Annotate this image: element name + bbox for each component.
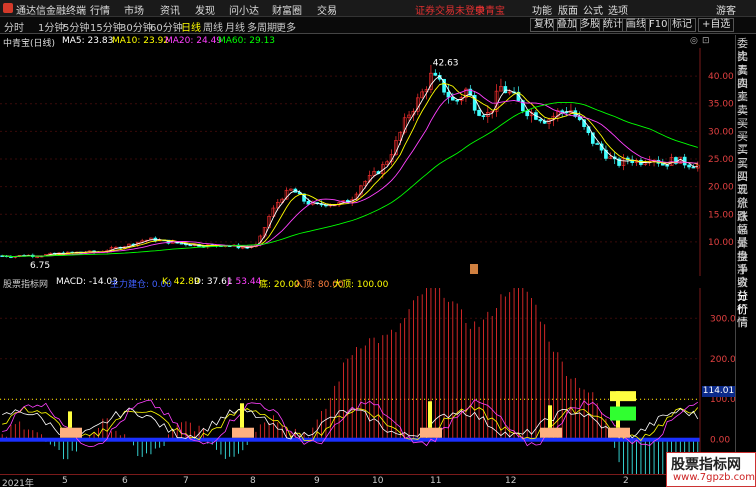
side-panel-item[interactable]: 行情	[737, 303, 756, 329]
menu-quotes[interactable]: 行情	[90, 2, 110, 17]
date-label: 12	[505, 476, 517, 486]
signal-bar	[68, 411, 72, 428]
signal-box	[60, 427, 82, 438]
price-tick-label: 40.00	[708, 72, 734, 82]
period-more[interactable]: 更多	[276, 19, 296, 34]
candle-body	[665, 164, 670, 167]
high-annotation: 42.63	[433, 59, 459, 69]
event-marker-icon[interactable]	[470, 264, 478, 274]
indicator-value-tag: 114.01	[702, 386, 735, 397]
price-tick-label: 10.00	[708, 238, 734, 248]
menu-options[interactable]: 选项	[608, 2, 628, 17]
period-1min[interactable]: 1分钟	[38, 19, 64, 34]
candle-body	[477, 109, 481, 116]
stock-name-top: 中青宝	[475, 6, 505, 17]
signal-box	[540, 427, 562, 438]
date-label: 2021年	[2, 479, 34, 487]
period-60min[interactable]: 60分钟	[150, 19, 183, 34]
indicator-chart[interactable]: 300.0200.0100.00.00	[0, 288, 735, 474]
period-15min[interactable]: 15分钟	[90, 19, 123, 34]
candle-body	[446, 91, 451, 98]
candle-body	[595, 143, 600, 145]
indicator-tick-label: 200.0	[710, 355, 735, 365]
add-favorite-button[interactable]: +自选	[698, 18, 735, 32]
date-label: 2	[623, 476, 629, 486]
low-annotation: 6.75	[30, 261, 50, 271]
menu-layout[interactable]: 版面	[558, 2, 578, 17]
signal-box	[420, 427, 442, 438]
menu-function[interactable]: 功能	[532, 2, 552, 17]
price-tick-label: 35.00	[708, 100, 734, 110]
price-tick-label: 25.00	[708, 155, 734, 165]
candle-body	[525, 110, 530, 117]
menu-discover[interactable]: 发现	[195, 2, 215, 17]
date-label: 6	[122, 476, 128, 486]
macd-label: MACD: -14.03	[56, 277, 118, 287]
price-tick-label: 30.00	[708, 127, 734, 137]
date-label: 10	[372, 476, 384, 486]
candle-body	[687, 164, 691, 168]
mark-button[interactable]: 标记	[668, 18, 696, 32]
ma10-line	[2, 83, 698, 257]
watermark-title: 股票指标网	[671, 457, 741, 473]
signal-box	[608, 427, 630, 438]
ma20-label: MA20: 24.49	[165, 36, 223, 46]
price-tick-label: 20.00	[708, 183, 734, 193]
period-daily[interactable]: 日线	[181, 19, 201, 34]
date-axis: 2021年 5 6 7 8 9 10 11 12 2	[0, 474, 735, 487]
ma5-line	[2, 75, 698, 258]
signal-bar	[428, 401, 432, 428]
user-guest[interactable]: 游客	[716, 2, 736, 17]
period-30min[interactable]: 30分钟	[120, 19, 153, 34]
menu-wealth[interactable]: 财富圈	[272, 2, 302, 17]
menu-formula[interactable]: 公式	[583, 2, 603, 17]
menu-ask[interactable]: 问小达	[229, 2, 259, 17]
quote-side-panel: 委比 卖五 卖四 卖三 卖二 卖一 买一 买二 买三 买四 买五 现价 涨跌 涨幅 总量 外盘 换手 净资 收益 分价…	[735, 35, 756, 487]
date-label: 9	[314, 476, 320, 486]
watermark-logo: 股票指标网 www.7gpzb.com	[666, 452, 756, 487]
indicator-header: 股票指标网 MACD: -14.03 主力建仓: 0.00 K: 42.89 D…	[0, 276, 735, 290]
period-toolbar: 分时 1分钟 5分钟 15分钟 30分钟 60分钟 日线 周线 月线 多周期 更…	[0, 17, 756, 34]
candle-body	[691, 166, 696, 169]
menu-news[interactable]: 资讯	[160, 2, 180, 17]
ma5-label: MA5: 23.83	[62, 36, 114, 46]
settings-icon[interactable]: ⊡	[702, 36, 710, 46]
candle-body	[481, 115, 486, 117]
collapse-icon[interactable]: ◎	[690, 36, 698, 46]
app-title: 通达信金融终端	[16, 6, 86, 17]
j-label: J: 53.44	[227, 277, 262, 287]
watermark-url: www.7gpzb.com	[673, 472, 755, 483]
ma60-label: MA60: 29.13	[218, 36, 276, 46]
candle-body	[433, 72, 438, 76]
date-label: 5	[62, 476, 68, 486]
candle-body	[455, 99, 460, 102]
ma10-label: MA10: 23.92	[112, 36, 170, 46]
menu-bar: 通达信金融终端 行情 市场 资讯 发现 问小达 财富圈 交易 证券交易未登录 中…	[0, 0, 756, 17]
signal-box	[232, 427, 254, 438]
price-tick-label: 15.00	[708, 210, 734, 220]
period-weekly[interactable]: 周线	[203, 19, 223, 34]
candle-body	[538, 119, 543, 122]
period-multi[interactable]: 多周期	[247, 19, 277, 34]
signal-bar	[548, 405, 552, 428]
price-chart[interactable]: 40.00 35.00 30.00 25.00 20.00 15.00 10.00 42.6…	[0, 48, 735, 276]
d-line	[2, 407, 699, 440]
date-label: 11	[430, 476, 442, 486]
date-label: 7	[183, 476, 189, 486]
indicator-tick-label: 0.00	[710, 436, 730, 446]
period-monthly[interactable]: 月线	[225, 19, 245, 34]
app-logo-icon	[3, 3, 13, 13]
indicator-tick-label: 300.0	[710, 314, 735, 324]
period-tick[interactable]: 分时	[4, 19, 24, 34]
buy-signal-box	[610, 406, 636, 421]
ma20-line	[2, 89, 698, 257]
period-5min[interactable]: 5分钟	[63, 19, 89, 34]
signal-bar	[240, 403, 244, 428]
candle-body	[560, 110, 565, 113]
chart-header: 中青宝(日线) MA5: 23.83 MA10: 23.92 MA20: 24.…	[0, 35, 735, 49]
menu-trade[interactable]: 交易	[317, 2, 337, 17]
menu-market[interactable]: 市场	[124, 2, 144, 17]
top-signal-box	[610, 391, 636, 402]
date-label: 8	[250, 476, 256, 486]
